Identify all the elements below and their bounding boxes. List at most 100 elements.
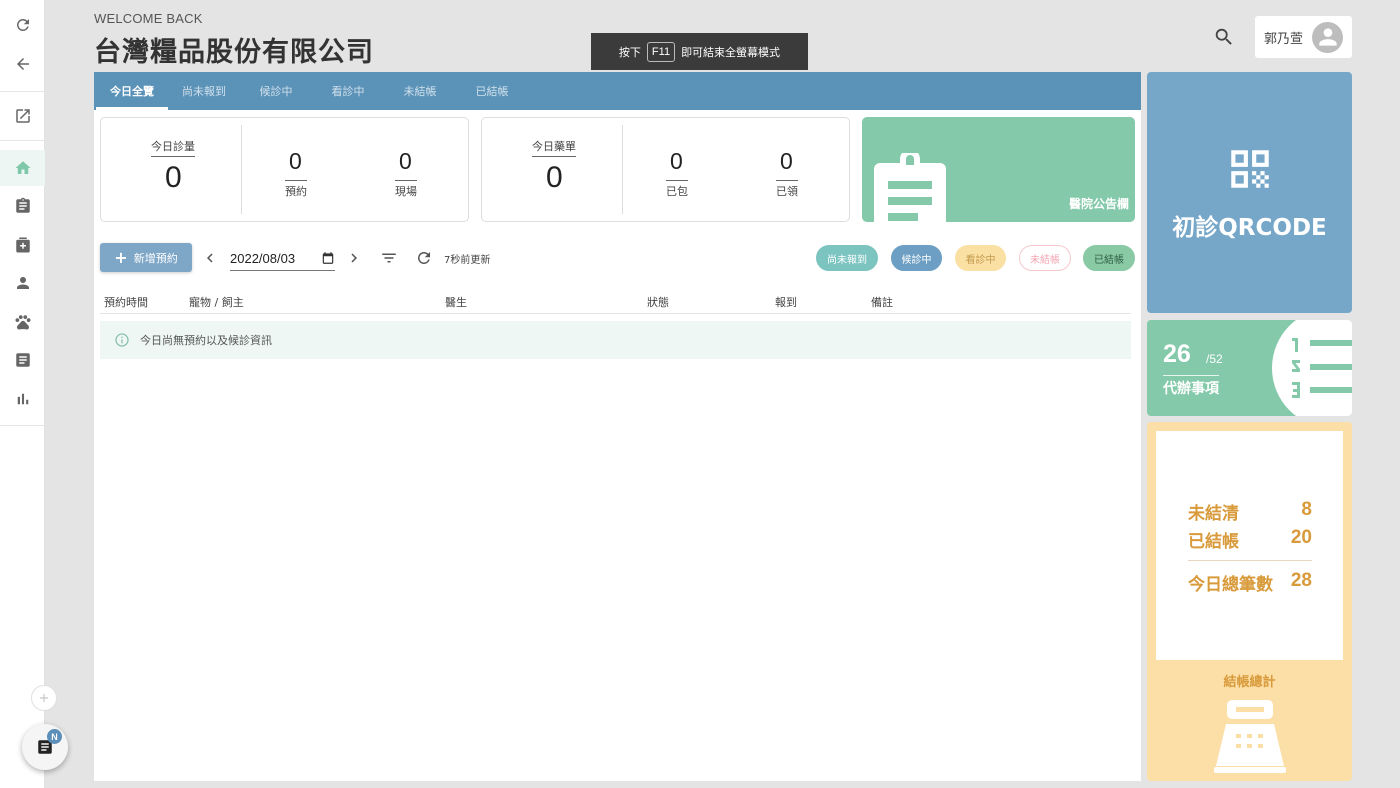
unsettled-value: 8	[1301, 499, 1312, 520]
billing-summary-panel: 未結清 8 已結帳 20 今日總筆數 28	[1156, 431, 1343, 660]
main-panel: 今日全覽 尚未報到 候診中 看診中 未結帳 已結帳 今日診量 0 0 預約 0 …	[94, 72, 1141, 781]
chip-unpaid[interactable]: 未結帳	[1019, 245, 1071, 271]
next-day-icon[interactable]	[344, 248, 364, 268]
add-fab-button[interactable]	[31, 685, 57, 711]
status-tabs: 今日全覽 尚未報到 候診中 看診中 未結帳 已結帳	[94, 72, 1141, 110]
page-title: 台灣糧品股份有限公司	[94, 37, 374, 68]
total-label: 今日總筆數	[1188, 575, 1273, 595]
visits-label: 今日診量	[151, 138, 195, 157]
todo-card[interactable]: 26 /52 代辦事項	[1147, 320, 1352, 416]
settled-row: 已結帳 20	[1188, 527, 1312, 552]
billing-title: 結帳總計	[1223, 675, 1276, 690]
chip-waiting[interactable]: 候診中	[891, 245, 942, 271]
person-icon	[1318, 28, 1337, 46]
todo-count: 26	[1163, 340, 1191, 368]
prescriptions-card: 今日藥單 0 0 已包 0 已領	[481, 117, 850, 222]
column-header[interactable]: 備註	[871, 294, 893, 310]
column-header[interactable]: 狀態	[647, 294, 669, 310]
divider	[241, 125, 242, 214]
empty-message: 今日尚無預約以及候診資訊	[140, 334, 272, 347]
date-value: 2022/08/03	[230, 250, 296, 266]
settled-label: 已結帳	[1188, 532, 1239, 552]
user-menu[interactable]: 郭乃萱	[1255, 16, 1352, 58]
plus-icon: +	[114, 247, 128, 267]
billing-summary-card[interactable]: 未結清 8 已結帳 20 今日總筆數 28 結帳總計	[1147, 422, 1352, 781]
previous-day-icon[interactable]	[200, 248, 220, 268]
left-rail	[0, 0, 45, 788]
home-icon[interactable]	[0, 150, 45, 186]
open-external-icon[interactable]	[0, 98, 45, 134]
notification-badge: N	[47, 729, 62, 744]
tab-overview[interactable]: 今日全覽	[96, 72, 168, 110]
empty-state-row: 今日尚無預約以及候診資訊	[100, 321, 1131, 359]
clipboard-icon	[874, 153, 946, 222]
avatar	[1312, 21, 1343, 53]
refresh-icon[interactable]	[0, 7, 45, 43]
chip-not-checked-in[interactable]: 尚未報到	[816, 245, 878, 271]
hint-before: 按下	[618, 45, 641, 59]
filter-icon[interactable]	[379, 248, 399, 268]
visits-value: 0	[165, 161, 182, 194]
user-name: 郭乃萱	[1264, 31, 1304, 47]
chip-in-consultation[interactable]: 看診中	[955, 245, 1006, 271]
numbered-list-icon	[1292, 338, 1352, 398]
add-appointment-button[interactable]: + 新增預約	[100, 243, 192, 272]
first-visit-qrcode-card[interactable]: 初診QRCODE	[1147, 72, 1352, 313]
visits-card: 今日診量 0 0 預約 0 現場	[100, 117, 469, 222]
tab-not-checked-in[interactable]: 尚未報到	[168, 72, 240, 110]
date-field[interactable]: 2022/08/03	[230, 246, 335, 271]
tab-paid[interactable]: 已結帳	[456, 72, 528, 110]
chip-paid[interactable]: 已結帳	[1083, 245, 1135, 271]
qrcode-label: 初診QRCODE	[1172, 215, 1327, 241]
search-icon[interactable]	[1212, 25, 1236, 49]
booked-value: 0	[289, 148, 302, 174]
notes-fab-button[interactable]	[22, 724, 68, 770]
total-row: 今日總筆數 28	[1188, 570, 1312, 595]
total-value: 28	[1290, 570, 1312, 591]
notice-label: 醫院公告欄	[1068, 197, 1129, 211]
booked-label: 預約	[285, 180, 307, 199]
tab-unpaid[interactable]: 未結帳	[384, 72, 456, 110]
cash-register-icon	[1214, 700, 1286, 773]
column-header[interactable]: 寵物 / 飼主	[189, 294, 244, 310]
unsettled-row: 未結清 8	[1188, 499, 1312, 524]
picked-value: 0	[780, 148, 793, 174]
todo-total: /52	[1206, 352, 1223, 366]
person-icon[interactable]	[0, 265, 45, 301]
info-icon	[115, 333, 129, 347]
add-record-icon[interactable]	[0, 227, 45, 263]
packed-value: 0	[670, 148, 683, 174]
picked-label: 已領	[776, 180, 798, 199]
walkin-value: 0	[399, 148, 412, 174]
unsettled-label: 未結清	[1188, 504, 1239, 524]
appointment-table-header: 預約時間 寵物 / 飼主 醫生 狀態 報到 備註	[100, 294, 1131, 314]
calendar-icon[interactable]	[321, 251, 335, 265]
hint-key: F11	[646, 41, 676, 62]
document-icon[interactable]	[0, 342, 45, 378]
clipboard-icon[interactable]	[0, 188, 45, 224]
rail-divider	[0, 425, 45, 426]
refresh-icon[interactable]	[414, 248, 434, 268]
column-header[interactable]: 預約時間	[104, 294, 148, 310]
hospital-notice-card[interactable]: 醫院公告欄	[862, 117, 1135, 222]
welcome-text: WELCOME BACK	[94, 11, 203, 26]
settled-value: 20	[1290, 527, 1312, 548]
divider	[622, 125, 623, 214]
appointment-toolbar: + 新增預約 2022/08/03 7秒前更新 尚未報到 候診中 看診中 未結帳…	[94, 243, 1141, 273]
rail-divider	[0, 140, 45, 141]
walkin-label: 現場	[395, 180, 417, 199]
bar-chart-icon[interactable]	[0, 381, 45, 417]
last-refresh-text: 7秒前更新	[444, 255, 491, 266]
add-appointment-label: 新增預約	[133, 251, 178, 265]
todo-label: 代辦事項	[1163, 375, 1219, 398]
billing-divider	[1188, 560, 1312, 561]
fullscreen-hint: 按下 F11 即可結束全螢幕模式	[591, 33, 808, 70]
rail-divider	[0, 91, 45, 92]
column-header[interactable]: 報到	[775, 294, 797, 310]
column-header[interactable]: 醫生	[445, 294, 467, 310]
tab-in-consultation[interactable]: 看診中	[312, 72, 384, 110]
back-arrow-icon[interactable]	[0, 46, 45, 82]
tab-waiting[interactable]: 候診中	[240, 72, 312, 110]
paw-icon[interactable]	[0, 304, 45, 340]
prescriptions-value: 0	[546, 161, 563, 194]
